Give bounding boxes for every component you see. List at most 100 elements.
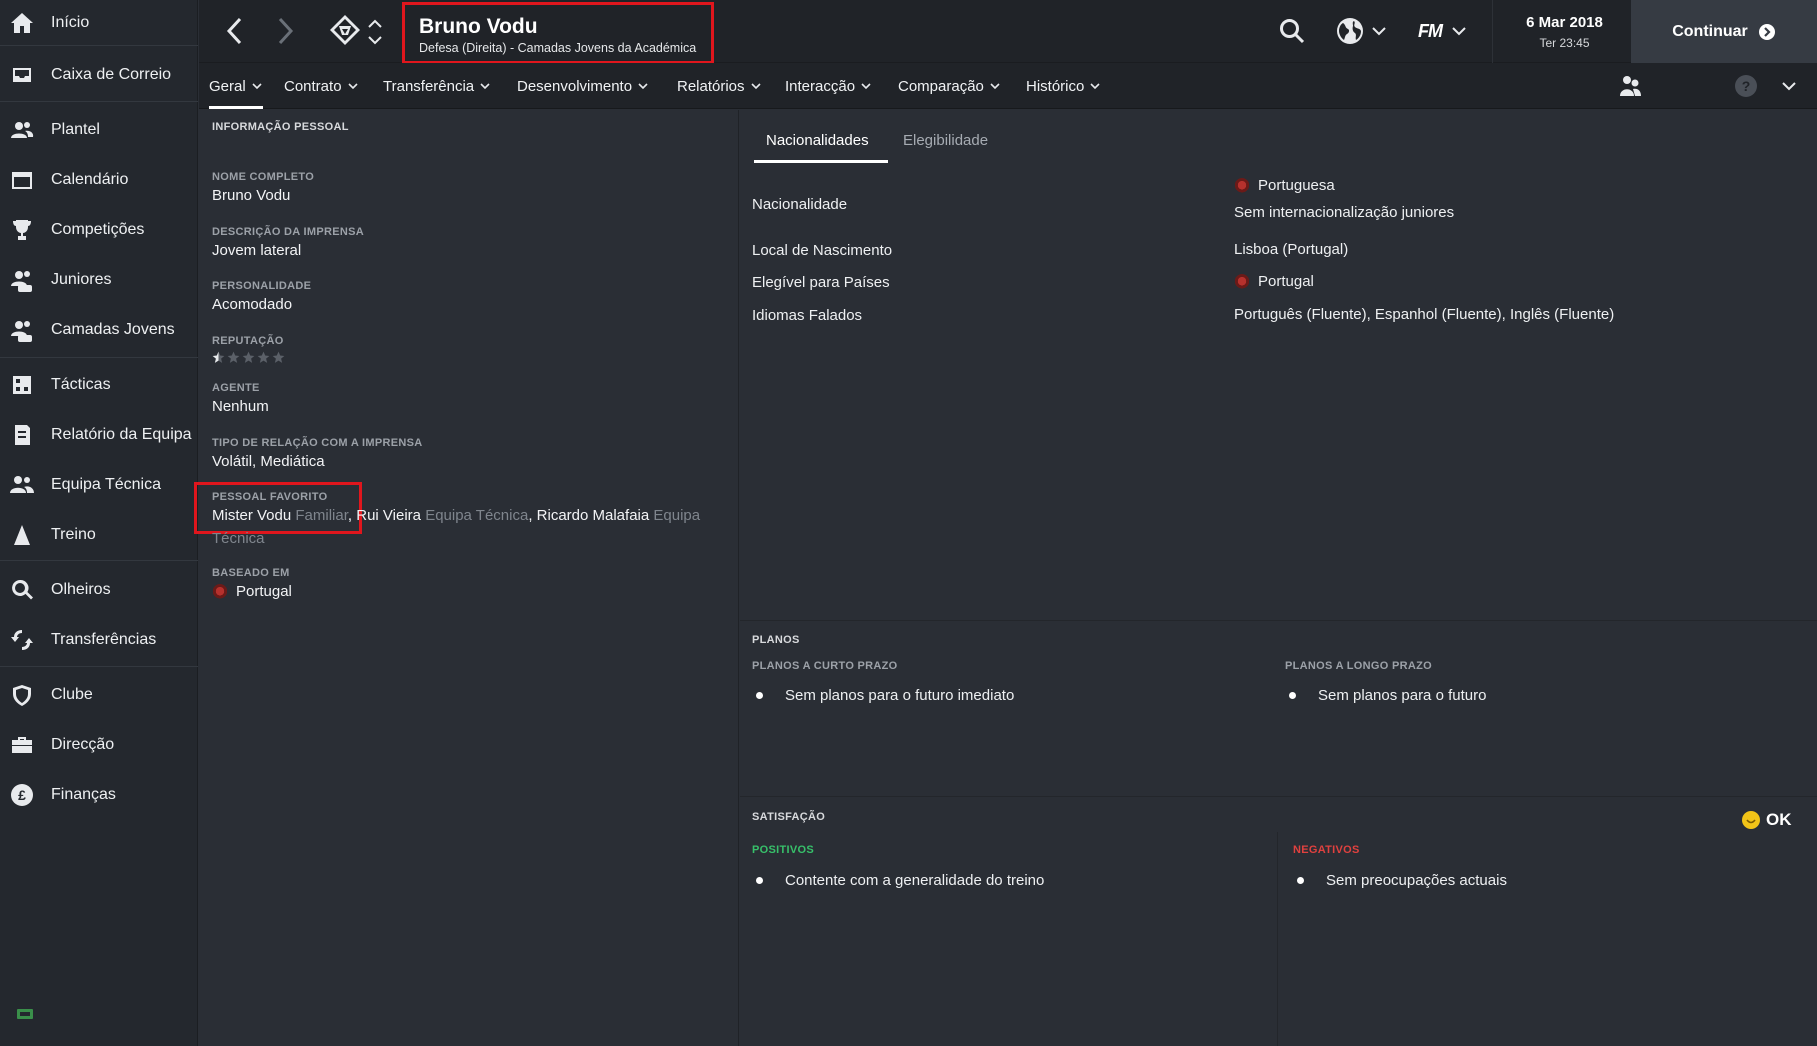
sidebar-item-label: Olheiros xyxy=(51,581,111,598)
subtab-eligibility[interactable]: Elegibilidade xyxy=(903,132,988,149)
sidebar-item-club[interactable]: Clube xyxy=(0,672,198,718)
arrow-right-circle-icon xyxy=(1758,23,1775,40)
based-in-country: Portugal xyxy=(236,583,292,600)
juniors-icon xyxy=(10,268,34,292)
sidebar-item-staff[interactable]: Equipa Técnica xyxy=(0,462,198,508)
positives-label: POSITIVOS xyxy=(752,844,814,856)
tab-interaction[interactable]: Interacção xyxy=(785,63,871,109)
sidebar-item-scouting[interactable]: Olheiros xyxy=(0,567,198,613)
chevron-up-icon xyxy=(368,19,382,28)
media-handling-value: Volátil, Mediática xyxy=(212,453,325,470)
sidebar-item-team-report[interactable]: Relatório da Equipa xyxy=(0,412,198,458)
continue-button[interactable]: Continuar xyxy=(1631,0,1817,63)
favourite-person-link[interactable]: Ricardo Malafaia xyxy=(537,507,650,524)
chevron-down-icon xyxy=(347,83,358,90)
portugal-flag-icon xyxy=(1234,273,1250,290)
sidebar-item-training[interactable]: Treino xyxy=(0,512,198,558)
sidebar-item-label: Juniores xyxy=(51,271,112,288)
chevron-down-icon xyxy=(1372,26,1386,35)
favourite-personnel-list: Mister Vodu Familiar, Rui Vieira Equipa … xyxy=(212,507,701,524)
chevron-down-icon xyxy=(861,83,871,90)
trophy-icon xyxy=(10,218,34,242)
search-button[interactable] xyxy=(1276,15,1308,47)
eligible-countries-value[interactable]: Portugal xyxy=(1234,273,1314,290)
personality-label: PERSONALIDADE xyxy=(212,280,312,292)
agent-value: Nenhum xyxy=(212,398,269,415)
favourite-person-link[interactable]: Rui Vieira xyxy=(356,507,421,524)
sidebar-item-youth[interactable]: Camadas Jovens xyxy=(0,307,198,353)
sidebar-item-home[interactable]: Início xyxy=(0,0,198,46)
sidebar-item-tactics[interactable]: Tácticas xyxy=(0,362,198,408)
tab-label: Transferência xyxy=(383,77,475,95)
staff-icon xyxy=(10,473,34,497)
subtab-nationalities[interactable]: Nacionalidades xyxy=(766,132,869,149)
satisfaction-status[interactable]: OK xyxy=(1742,810,1792,830)
based-in-value[interactable]: Portugal xyxy=(212,583,292,600)
sidebar-item-inbox[interactable]: Caixa de Correio xyxy=(0,52,198,98)
tab-development[interactable]: Desenvolvimento xyxy=(517,63,648,109)
sidebar-item-transfers[interactable]: Transferências xyxy=(0,617,198,663)
player-switch-stepper[interactable] xyxy=(367,12,383,52)
birthplace-value[interactable]: Lisboa (Portugal) xyxy=(1234,241,1348,258)
svg-text:£: £ xyxy=(18,787,26,803)
tab-comparison[interactable]: Comparação xyxy=(898,63,1000,109)
reputation-stars xyxy=(212,351,285,364)
satisfaction-title: SATISFAÇÃO xyxy=(752,811,826,823)
board-icon xyxy=(10,733,34,757)
short-term-plan-item: Sem planos para o futuro imediato xyxy=(752,687,1014,704)
sidebar-item-board[interactable]: Direcção xyxy=(0,722,198,768)
column-divider xyxy=(1277,832,1278,1046)
nationality-value[interactable]: Portuguesa xyxy=(1234,177,1335,194)
game-date[interactable]: 6 Mar 2018 Ter 23:45 xyxy=(1492,0,1636,63)
portugal-flag-icon xyxy=(212,583,228,600)
favourite-person-role: Equipa Técnica xyxy=(425,507,529,524)
sidebar-item-calendar[interactable]: Calendário xyxy=(0,157,198,203)
sidebar-item-finances[interactable]: £ Finanças xyxy=(0,772,198,818)
help-button[interactable]: ? xyxy=(1734,74,1758,98)
sidebar-item-label: Equipa Técnica xyxy=(51,476,161,493)
inbox-icon xyxy=(10,63,34,87)
current-date: 6 Mar 2018 xyxy=(1526,13,1603,31)
back-button[interactable] xyxy=(219,14,249,48)
player-position-club[interactable]: Defesa (Direita) - Camadas Jovens da Aca… xyxy=(419,41,697,55)
press-description-label: DESCRIÇÃO DA IMPRENSA xyxy=(212,226,364,238)
tactics-icon xyxy=(10,373,34,397)
favourite-personnel-label: PESSOAL FAVORITO xyxy=(212,491,328,503)
world-menu-button[interactable] xyxy=(1331,13,1391,49)
forward-button[interactable] xyxy=(271,14,301,48)
sidebar: Início Caixa de Correio Plantel Calendár… xyxy=(0,0,198,1046)
favourite-person-link[interactable]: Mister Vodu xyxy=(212,507,291,524)
tab-label: Contrato xyxy=(284,77,342,95)
people-icon xyxy=(1620,76,1641,96)
negative-item: Sem preocupações actuais xyxy=(1293,872,1507,889)
negatives-label: NEGATIVOS xyxy=(1293,844,1360,856)
sidebar-item-label: Plantel xyxy=(51,121,100,138)
tab-general[interactable]: Geral xyxy=(209,63,263,109)
fm-menu-button[interactable]: FM xyxy=(1411,13,1473,49)
full-name-label: NOME COMPLETO xyxy=(212,171,315,183)
sidebar-item-juniors[interactable]: Juniores xyxy=(0,257,198,303)
section-divider xyxy=(740,796,1817,797)
active-subtab-indicator xyxy=(754,160,888,163)
long-term-plan-item: Sem planos para o futuro xyxy=(1285,687,1486,704)
tab-history[interactable]: Histórico xyxy=(1026,63,1100,109)
sidebar-item-competitions[interactable]: Competições xyxy=(0,207,198,253)
nationality-label: Nacionalidade xyxy=(752,196,848,213)
club-badge[interactable] xyxy=(327,12,363,48)
chevron-down-icon xyxy=(750,83,761,90)
star-half-icon xyxy=(212,351,225,363)
tab-label: Histórico xyxy=(1026,77,1085,95)
tab-transfer[interactable]: Transferência xyxy=(383,63,490,109)
sidebar-item-squad[interactable]: Plantel xyxy=(0,107,198,153)
personal-info-panel: INFORMAÇÃO PESSOAL NOME COMPLETO Bruno V… xyxy=(194,110,739,1046)
reputation-label: REPUTAÇÃO xyxy=(212,335,284,347)
chevron-down-icon xyxy=(1782,81,1796,90)
sidebar-item-label: Caixa de Correio xyxy=(51,66,172,83)
more-options-button[interactable] xyxy=(1779,76,1799,96)
tab-reports[interactable]: Relatórios xyxy=(677,63,761,109)
status-indicator-icon[interactable] xyxy=(17,1008,33,1020)
tab-contract[interactable]: Contrato xyxy=(284,63,358,109)
squad-icon xyxy=(10,118,34,142)
staff-shortcut-button[interactable] xyxy=(1617,73,1643,99)
section-divider xyxy=(740,620,1817,621)
